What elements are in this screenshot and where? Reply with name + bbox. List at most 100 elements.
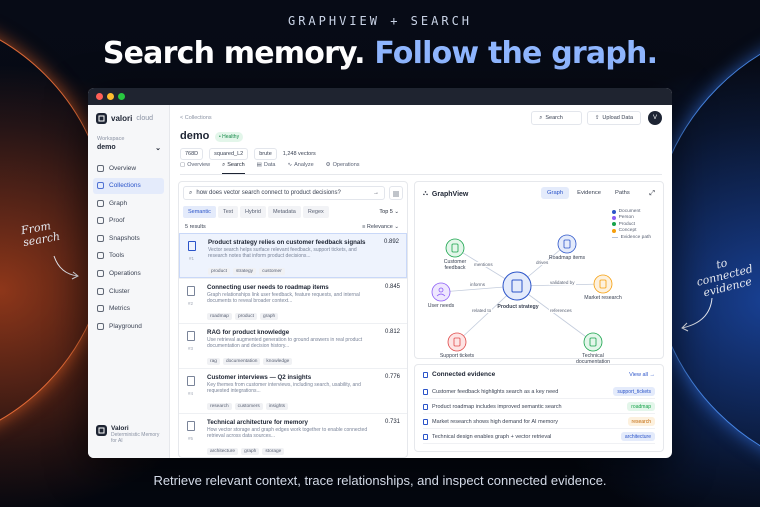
wrench-icon — [97, 252, 104, 260]
graph-node-roadmap[interactable] — [557, 234, 577, 254]
tab-search[interactable]: ⌕ Search — [222, 162, 245, 174]
legend-item: Evidence path — [611, 234, 651, 240]
search-button[interactable]: ⌕ Search — [531, 111, 582, 125]
graph-node-tickets[interactable] — [447, 332, 467, 352]
gear-icon — [97, 270, 104, 278]
sidebar: valori cloud Workspace demo ⌄ Overview Co… — [88, 105, 170, 458]
sidebar-item-overview[interactable]: Overview — [93, 160, 164, 176]
mode-semantic[interactable]: Semantic — [183, 206, 216, 218]
sidebar-item-cluster[interactable]: Cluster — [93, 283, 164, 299]
mode-metadata[interactable]: Metadata — [267, 206, 301, 218]
graph-node-techdoc[interactable] — [583, 332, 603, 352]
expand-icon[interactable]: ⤢ — [649, 190, 655, 198]
result-tags: rag documentation knowledge — [207, 358, 293, 365]
sidebar-item-label: Snapshots — [109, 234, 140, 242]
node-label: Market research — [584, 295, 622, 301]
evidence-badge: support_tickets — [613, 387, 655, 396]
graph-node-research[interactable] — [593, 274, 613, 294]
mode-regex[interactable]: Regex — [302, 206, 329, 218]
result-item[interactable]: #4 Customer interviews — Q2 insights 0.7… — [179, 368, 407, 413]
sidebar-item-label: Playground — [109, 322, 142, 330]
minimize-dot[interactable] — [107, 93, 114, 100]
evidence-row[interactable]: Technical design enables graph + vector … — [423, 430, 655, 444]
sidebar-item-label: Graph — [109, 199, 128, 207]
result-item[interactable]: #2 Connecting user needs to roadmap item… — [179, 278, 407, 323]
tab-overview[interactable]: ▢ Overview — [180, 162, 210, 174]
legend-item: Person — [611, 215, 651, 221]
results-list: #1 Product strategy relies on customer f… — [179, 233, 407, 457]
brand-name: valori — [111, 114, 133, 123]
tab-data[interactable]: ▤ Data — [257, 162, 276, 174]
result-rank: #1 — [189, 256, 195, 261]
result-desc: Key themes from customer interviews, inc… — [207, 382, 361, 395]
result-item[interactable]: #3 RAG for product knowledge 0.812 Use r… — [179, 323, 407, 368]
avatar[interactable]: V — [648, 111, 662, 125]
tab-label: Data — [263, 162, 276, 168]
dims-chip: 768D — [180, 148, 204, 160]
document-icon — [188, 241, 196, 251]
mode-text[interactable]: Text — [217, 206, 239, 218]
graph-legend: Document Person Product Concept Evidence… — [611, 209, 651, 241]
legend-label: Person — [618, 215, 634, 221]
legend-dot — [611, 222, 616, 227]
graph-tab-paths[interactable]: Paths — [609, 187, 636, 199]
document-icon — [187, 286, 195, 296]
legend-label: Evidence path — [620, 234, 651, 240]
result-tags: architecture graph storage — [207, 448, 285, 455]
workspace-select[interactable]: demo ⌄ — [88, 142, 169, 152]
view-all-link[interactable]: View all → — [629, 372, 655, 378]
sidebar-item-proof[interactable]: Proof — [93, 213, 164, 229]
tab-analyze[interactable]: ∿ Analyze — [287, 162, 313, 174]
sidebar-item-label: Cluster — [109, 287, 130, 295]
graph-tab-evidence[interactable]: Evidence — [571, 187, 607, 199]
graph-node-feedback[interactable] — [445, 238, 465, 258]
breadcrumb[interactable]: < Collections — [180, 115, 212, 121]
headline: Search memory. Follow the graph. — [0, 36, 760, 71]
topk-select[interactable]: Top 5 ⌄ — [379, 209, 399, 215]
workspace-label: Workspace — [97, 136, 125, 142]
evidence-row[interactable]: Product roadmap includes improved semant… — [423, 400, 655, 414]
sidebar-item-playground[interactable]: Playground — [93, 318, 164, 334]
tag: graph — [259, 313, 279, 320]
evidence-row[interactable]: Customer feedback highlights search as a… — [423, 385, 655, 399]
result-item[interactable]: #1 Product strategy relies on customer f… — [179, 233, 407, 278]
result-item[interactable]: #5 Technical architecture for memory 0.7… — [179, 413, 407, 457]
sidebar-item-tools[interactable]: Tools — [93, 248, 164, 264]
sidebar-item-operations[interactable]: Operations — [93, 266, 164, 282]
evidence-row[interactable]: Market research shows high demand for AI… — [423, 415, 655, 429]
tab-operations[interactable]: ⚙ Operations — [326, 162, 360, 174]
sidebar-item-metrics[interactable]: Metrics — [93, 301, 164, 317]
tab-label: Search — [227, 162, 245, 168]
filter-button[interactable] — [389, 186, 403, 200]
arrow-right-icon[interactable]: → — [373, 190, 379, 196]
document-icon — [423, 418, 428, 425]
result-rank: #3 — [188, 346, 194, 351]
result-tags: research customers insights — [207, 403, 289, 410]
graph-node-user[interactable] — [431, 282, 451, 302]
result-title: Technical architecture for memory — [207, 419, 308, 426]
evidence-text: Product roadmap includes improved semant… — [432, 403, 562, 410]
tab-bar: ▢ Overview ⌕ Search ▤ Data ∿ Analyze ⚙ Operat… — [180, 162, 662, 175]
graph-tab-graph[interactable]: Graph — [541, 187, 570, 199]
evidence-text: Customer feedback highlights search as a… — [432, 388, 559, 395]
sidebar-item-label: Tools — [109, 252, 125, 260]
result-score: 0.892 — [383, 239, 399, 245]
evidence-header: Connected evidence — [423, 371, 495, 378]
search-input[interactable]: ⌕ how does vector search connect to prod… — [183, 186, 385, 200]
upload-button[interactable]: ⇪ Upload Data — [586, 111, 641, 125]
graph-node-center[interactable] — [502, 271, 532, 301]
footer-subtitle: Deterministic Memory for AI — [111, 432, 160, 444]
node-label: Product strategy — [497, 304, 539, 310]
result-title: Customer interviews — Q2 insights — [207, 374, 312, 381]
search-icon: ⌕ — [189, 189, 193, 196]
legend-line — [611, 236, 618, 238]
tab-icon: ▤ — [256, 162, 262, 168]
sidebar-item-snapshots[interactable]: Snapshots — [93, 230, 164, 246]
sidebar-item-collections[interactable]: Collections — [93, 177, 164, 194]
close-dot[interactable] — [96, 93, 103, 100]
tag: architecture — [207, 448, 239, 455]
sidebar-item-graph[interactable]: Graph — [93, 195, 164, 211]
sort-select[interactable]: ≡ Relevance ⌄ — [362, 224, 399, 230]
mode-hybrid[interactable]: Hybrid — [240, 206, 266, 218]
maximize-dot[interactable] — [118, 93, 125, 100]
